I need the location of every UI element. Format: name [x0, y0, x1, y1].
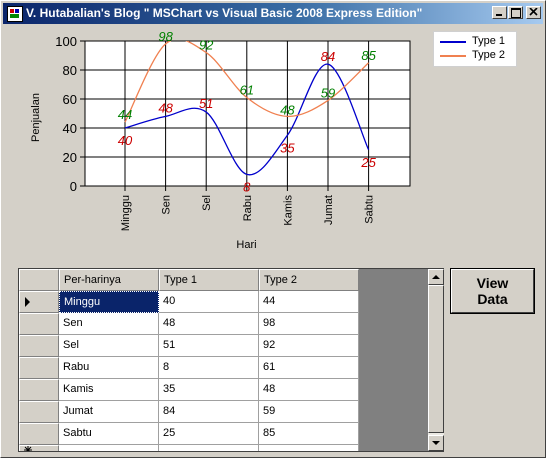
data-label: 59 — [321, 85, 335, 100]
scroll-down-button[interactable] — [428, 435, 444, 451]
cell-day[interactable]: Sabtu — [59, 423, 159, 445]
legend-swatch-type-2 — [440, 55, 466, 57]
data-label: 98 — [158, 29, 173, 44]
scroll-down-arrow-icon — [432, 441, 440, 445]
scroll-up-arrow-icon — [432, 275, 440, 279]
app-icon[interactable] — [7, 6, 23, 22]
data-label: 40 — [118, 133, 133, 148]
view-data-button-line-1: View — [476, 275, 509, 291]
minimize-button[interactable] — [492, 6, 507, 19]
row-header[interactable] — [19, 401, 59, 423]
view-data-button-line-2: Data — [477, 291, 508, 307]
row-header[interactable] — [19, 357, 59, 379]
maximize-icon — [511, 8, 521, 18]
y-tick-label: 40 — [63, 121, 77, 136]
close-icon — [529, 8, 538, 16]
y-tick-label: 20 — [63, 150, 77, 165]
x-tick-label: Minggu — [120, 195, 132, 231]
close-button[interactable] — [526, 6, 541, 19]
column-header-type-2[interactable]: Type 2 — [259, 269, 359, 291]
row-header[interactable] — [19, 423, 59, 445]
row-header[interactable] — [19, 335, 59, 357]
row-header[interactable] — [19, 291, 59, 313]
data-label: 35 — [280, 140, 295, 155]
cell-day[interactable]: Jumat — [59, 401, 159, 423]
data-label: 84 — [321, 49, 335, 64]
column-header-type-1[interactable]: Type 1 — [159, 269, 259, 291]
row-header[interactable] — [19, 313, 59, 335]
row-header[interactable] — [19, 379, 59, 401]
data-label: 61 — [240, 83, 254, 98]
grid-corner-header[interactable] — [19, 269, 59, 291]
cell-day[interactable]: Kamis — [59, 379, 159, 401]
y-axis-title: Penjualan — [30, 93, 42, 142]
cell-type-2[interactable]: 59 — [259, 401, 359, 423]
column-header-per-harinya[interactable]: Per-harinya — [59, 269, 159, 291]
app-window: V. Hutabalian's Blog " MSChart vs Visual… — [0, 0, 546, 458]
maximize-button[interactable] — [508, 6, 523, 19]
cell-day[interactable]: Minggu — [59, 291, 159, 313]
data-label: 44 — [118, 107, 132, 122]
grid-vertical-scrollbar[interactable] — [428, 269, 444, 451]
new-row-icon — [24, 446, 32, 451]
x-tick-label: Jumat — [323, 195, 335, 225]
cell-day[interactable]: Rabu — [59, 357, 159, 379]
cell-type-1[interactable]: 51 — [159, 335, 259, 357]
chart-legend: Type 1 Type 2 — [433, 31, 517, 67]
legend-swatch-type-1 — [440, 41, 466, 43]
new-row-cell[interactable] — [159, 445, 259, 451]
view-data-button[interactable]: View Data — [450, 268, 535, 314]
x-tick-label: Kamis — [282, 195, 294, 226]
title-bar[interactable]: V. Hutabalian's Blog " MSChart vs Visual… — [3, 3, 543, 24]
data-label: 25 — [360, 155, 376, 170]
window-title: V. Hutabalian's Blog " MSChart vs Visual… — [26, 6, 423, 20]
minimize-icon — [496, 14, 502, 16]
data-label: 85 — [361, 48, 376, 63]
x-tick-label: Sabtu — [364, 195, 376, 224]
row-pointer-icon — [25, 297, 30, 307]
cell-type-1[interactable]: 35 — [159, 379, 259, 401]
x-axis-title: Hari — [236, 239, 256, 251]
new-row-cell[interactable] — [59, 445, 159, 451]
new-row-cell[interactable] — [259, 445, 359, 451]
cell-type-2[interactable]: 44 — [259, 291, 359, 313]
data-label: 48 — [280, 102, 295, 117]
x-tick-label: Rabu — [242, 195, 254, 221]
cell-type-1[interactable]: 40 — [159, 291, 259, 313]
y-tick-label: 0 — [70, 179, 77, 194]
cell-type-2[interactable]: 98 — [259, 313, 359, 335]
cell-type-2[interactable]: 48 — [259, 379, 359, 401]
data-label: 51 — [199, 96, 213, 111]
scroll-up-button[interactable] — [428, 269, 444, 285]
data-label: 8 — [243, 179, 251, 194]
scroll-thumb[interactable] — [428, 285, 444, 433]
x-tick-label: Sen — [161, 195, 173, 215]
cell-day[interactable]: Sel — [59, 335, 159, 357]
cell-type-1[interactable]: 48 — [159, 313, 259, 335]
x-tick-label: Sel — [201, 195, 213, 211]
legend-label-type-2: Type 2 — [472, 49, 506, 61]
cell-type-1[interactable]: 8 — [159, 357, 259, 379]
cell-type-1[interactable]: 25 — [159, 423, 259, 445]
cell-type-2[interactable]: 61 — [259, 357, 359, 379]
y-tick-label: 100 — [55, 34, 77, 49]
cell-type-2[interactable]: 92 — [259, 335, 359, 357]
data-label: 48 — [158, 100, 173, 115]
cell-type-2[interactable]: 85 — [259, 423, 359, 445]
data-label: 92 — [199, 38, 214, 53]
cell-day[interactable]: Sen — [59, 313, 159, 335]
cell-type-1[interactable]: 84 — [159, 401, 259, 423]
row-header[interactable] — [19, 445, 59, 451]
y-tick-label: 60 — [63, 92, 77, 107]
legend-label-type-1: Type 1 — [472, 35, 506, 47]
y-tick-label: 80 — [63, 63, 77, 78]
data-grid[interactable]: Per-harinya Type 1 Type 2 Minggu 40 44 S… — [18, 268, 444, 452]
